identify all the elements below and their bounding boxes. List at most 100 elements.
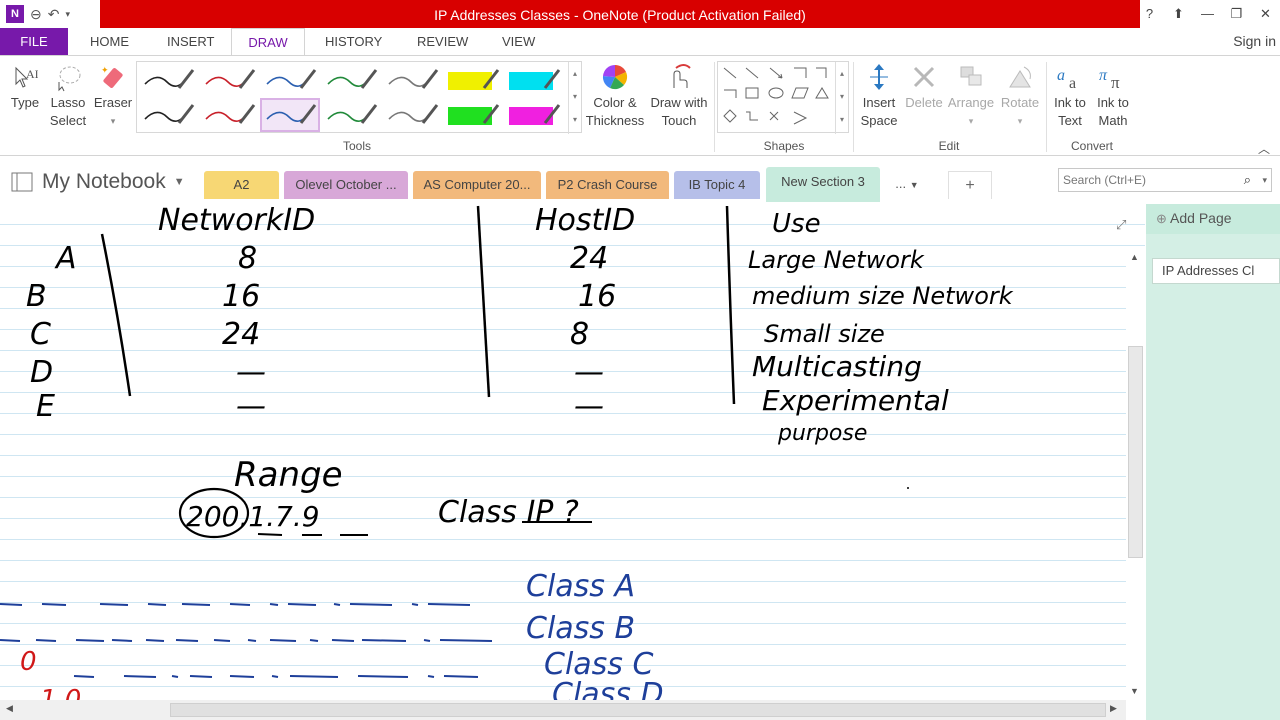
restore-button[interactable]: ❐ (1222, 0, 1251, 28)
ink-dash (271, 675, 279, 678)
delete-button[interactable]: Delete (902, 60, 946, 112)
back-icon[interactable]: ⊖ (30, 6, 42, 23)
type-button[interactable]: AI Type (6, 60, 44, 112)
vertical-scroll-thumb[interactable] (1128, 346, 1143, 558)
search-box[interactable]: Search (Ctrl+E) ⌕ ▾ (1058, 168, 1272, 192)
minimize-button[interactable]: — (1193, 0, 1222, 28)
ink-network-bits: 24 (222, 317, 260, 352)
onenote-logo-icon: N (6, 5, 24, 23)
section-tab[interactable]: A2 (204, 171, 279, 199)
svg-text:AI: AI (26, 67, 38, 81)
ribbon: AI Type Lasso Select ✦ Eraser ▾ ▴ ▾ ▾ Co… (0, 55, 1280, 156)
scroll-up-icon[interactable]: ▲ (1130, 252, 1139, 262)
ribbon-tabs: FILE HOME INSERT DRAW HISTORY REVIEW VIE… (0, 28, 1280, 55)
pen-swatch[interactable] (205, 104, 256, 124)
ink-dash (145, 639, 165, 642)
insert-space-button[interactable]: Insert Space (857, 60, 901, 130)
tab-review[interactable]: REVIEW (417, 28, 468, 55)
ink-dash (269, 639, 297, 642)
ink-to-text-button[interactable]: aa Ink to Text (1049, 60, 1091, 130)
undo-icon[interactable]: ↶ (48, 6, 60, 23)
ink-dash (269, 603, 279, 606)
section-tab[interactable]: P2 Crash Course (546, 171, 669, 199)
section-tab[interactable]: AS Computer 20... (413, 171, 541, 199)
horizontal-scroll-thumb[interactable] (170, 703, 1106, 717)
pen-swatch[interactable] (509, 69, 561, 90)
ink-dash (289, 675, 339, 678)
scroll-left-icon[interactable]: ◀ (6, 703, 13, 714)
quick-access-toolbar: N ⊖ ↶ ▾ (6, 4, 70, 24)
draw-with-touch-button[interactable]: Draw with Touch (646, 60, 712, 130)
ribbon-display-icon[interactable]: ⬆ (1164, 0, 1193, 28)
more-sections-button[interactable]: ... ▼ (884, 171, 930, 199)
search-input[interactable]: Search (Ctrl+E) (1063, 173, 1146, 187)
ink-dash (175, 639, 199, 642)
pen-swatch[interactable] (144, 104, 195, 124)
collapse-ribbon-icon[interactable]: ︿ (1258, 140, 1270, 157)
tab-draw[interactable]: DRAW (231, 28, 305, 55)
rotate-button[interactable]: Rotate ▾ (997, 60, 1043, 130)
shapes-gallery-scroll[interactable]: ▴ ▾ ▾ (835, 62, 848, 134)
pen-swatch[interactable] (205, 69, 256, 89)
vertical-scrollbar[interactable]: ▲ ▼ (1126, 250, 1145, 700)
sign-in-link[interactable]: Sign in (1233, 28, 1276, 55)
ink-class-answer: Class D (552, 677, 664, 700)
tab-history[interactable]: HISTORY (325, 28, 382, 55)
pen-swatch[interactable] (144, 69, 195, 89)
ink-to-math-button[interactable]: ππ Ink to Math (1091, 60, 1135, 130)
full-page-view-icon[interactable]: ⤢ (1116, 217, 1126, 233)
add-section-button[interactable]: + (948, 171, 992, 199)
notebook-icon (11, 172, 33, 192)
page-canvas[interactable]: NetworkID HostID Use A 8 24 B 16 16 C 24 8 D — — E — — Lar… (0, 204, 1145, 700)
ink-dash (147, 603, 167, 606)
close-button[interactable]: ✕ (1251, 0, 1280, 28)
tab-home[interactable]: HOME (90, 28, 129, 55)
color-thickness-button[interactable]: Color & Thickness (585, 60, 645, 130)
ink-dash (35, 639, 57, 642)
help-icon[interactable]: ? (1135, 0, 1164, 28)
ink-host-bits: — (574, 389, 604, 424)
ink-use: Large Network (748, 246, 925, 274)
ink-dash (357, 675, 409, 678)
type-cursor-icon: AI (15, 66, 38, 88)
section-tab-current[interactable]: New Section 3 (766, 167, 880, 202)
pen-swatch[interactable] (448, 69, 500, 90)
pen-swatch[interactable] (388, 104, 439, 124)
eraser-button[interactable]: ✦ Eraser ▾ (92, 60, 134, 130)
pen-swatch[interactable] (448, 104, 500, 125)
pen-swatch[interactable] (327, 104, 378, 124)
ink-dash (181, 603, 211, 606)
pen-swatch[interactable] (260, 98, 320, 132)
scroll-right-icon[interactable]: ▶ (1110, 703, 1117, 714)
ink-dash (439, 639, 493, 642)
chevron-down-icon: ▼ (173, 176, 185, 188)
pen-swatch[interactable] (327, 69, 378, 89)
ink-divider (100, 233, 132, 397)
ink-dash (361, 639, 407, 642)
pen-swatch[interactable] (388, 69, 439, 89)
notebook-picker[interactable]: My Notebook ▼ (10, 169, 185, 195)
eraser-dropdown-icon[interactable]: ▾ (92, 112, 134, 130)
add-page-button[interactable]: ⊕ Add Page (1146, 204, 1280, 234)
scroll-down-icon[interactable]: ▼ (1130, 686, 1139, 696)
title-bar: N ⊖ ↶ ▾ IP Addresses Classes - OneNote (… (0, 0, 1280, 28)
tab-view[interactable]: VIEW (502, 28, 535, 55)
ink-dash (111, 639, 133, 642)
lasso-select-button[interactable]: Lasso Select (46, 60, 90, 130)
ink-class-letter: A (54, 241, 77, 276)
tab-insert[interactable]: INSERT (167, 28, 214, 55)
pen-gallery-scroll[interactable]: ▴ ▾ ▾ (568, 62, 581, 134)
customize-qat-icon[interactable]: ▾ (65, 9, 70, 20)
pen-swatch[interactable] (266, 69, 317, 89)
search-scope-dropdown[interactable]: ▾ (1262, 169, 1267, 191)
horizontal-scrollbar[interactable]: ◀ ▶ (0, 700, 1126, 720)
tab-file[interactable]: FILE (0, 28, 68, 55)
convert-group-label: Convert (1070, 139, 1114, 153)
page-item[interactable]: IP Addresses Cl (1152, 258, 1280, 284)
arrange-button[interactable]: Arrange ▾ (946, 60, 996, 130)
section-tab[interactable]: IB Topic 4 (674, 171, 760, 199)
search-icon[interactable]: ⌕ (1244, 169, 1251, 191)
pen-swatch[interactable] (509, 104, 561, 125)
ink-class-letter: D (30, 355, 53, 390)
section-tab[interactable]: Olevel October ... (284, 171, 408, 199)
